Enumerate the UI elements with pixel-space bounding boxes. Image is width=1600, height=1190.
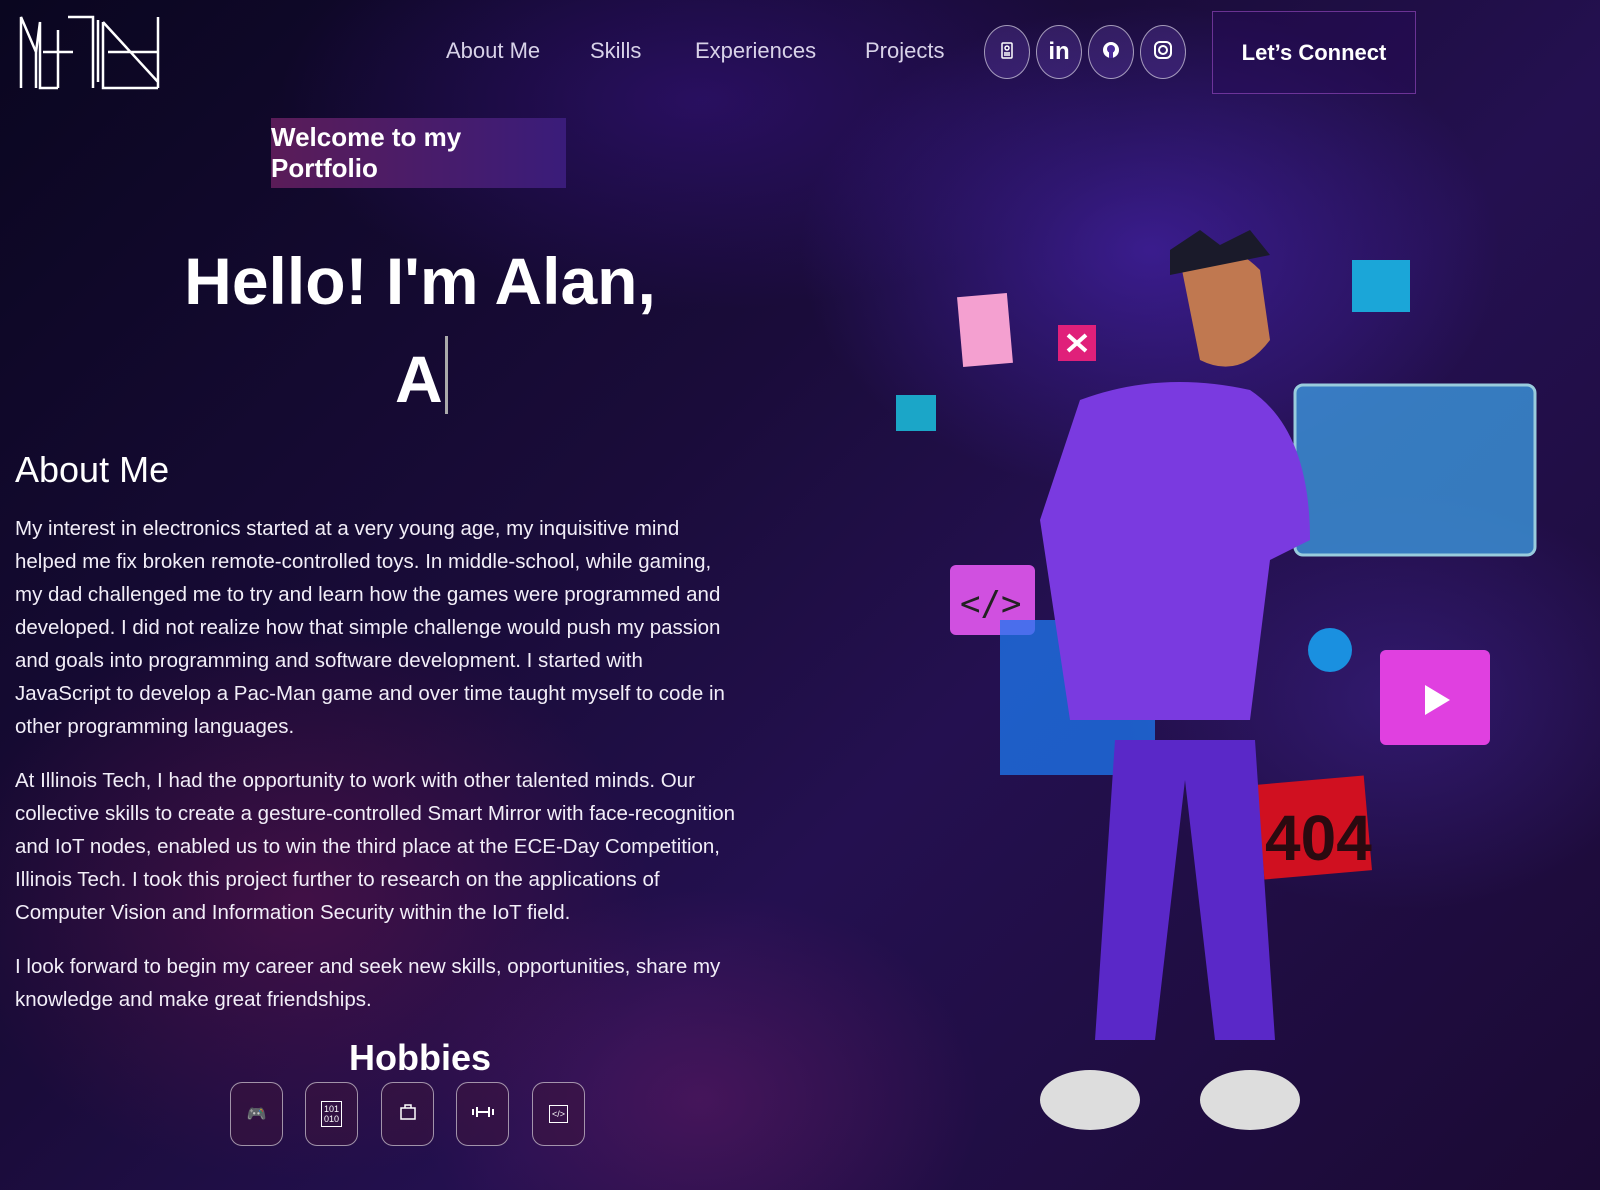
lets-connect-button[interactable]: Let’s Connect xyxy=(1212,11,1416,94)
resume-button[interactable] xyxy=(984,25,1030,79)
binary-book-icon: 101 010 xyxy=(320,1101,343,1127)
svg-text:</>: </> xyxy=(960,584,1021,624)
hobbies-heading: Hobbies xyxy=(348,1037,491,1078)
about-heading: About Me xyxy=(15,449,170,490)
hobby-gaming[interactable]: 🎮 xyxy=(230,1082,283,1146)
welcome-badge: Welcome to my Portfolio xyxy=(271,118,566,188)
github-icon xyxy=(1101,40,1121,65)
hobby-coding[interactable]: </> xyxy=(532,1082,585,1146)
about-paragraph-3: I look forward to begin my career and se… xyxy=(15,955,721,1011)
error-404-label: 404 xyxy=(1265,802,1372,874)
hobby-fitness[interactable] xyxy=(456,1082,509,1146)
linkedin-icon: in xyxy=(1048,38,1070,65)
gamepad-icon: 🎮 xyxy=(246,1106,267,1123)
about-paragraph-2: At Illinois Tech, I had the opportunity … xyxy=(15,769,736,924)
text-cursor xyxy=(444,336,448,414)
developer-illustration: </> 404 xyxy=(896,230,1537,1130)
about-paragraph-1: My interest in electronics started at a … xyxy=(15,517,725,738)
hero-heading: Hello! I'm Alan, xyxy=(184,244,656,318)
instagram-button[interactable] xyxy=(1140,25,1186,79)
typed-value: A xyxy=(395,342,443,416)
nav-projects[interactable]: Projects xyxy=(865,38,944,64)
instagram-icon xyxy=(1153,40,1173,65)
dumbbell-icon xyxy=(471,1105,495,1123)
resume-icon xyxy=(1001,41,1013,64)
code-window-icon: </> xyxy=(548,1105,568,1123)
nav-about-me[interactable]: About Me xyxy=(446,38,540,64)
logo[interactable] xyxy=(18,12,168,92)
nav-skills[interactable]: Skills xyxy=(590,38,641,64)
nav-experiences[interactable]: Experiences xyxy=(695,38,816,64)
hobby-reading[interactable]: 101 010 xyxy=(305,1082,358,1146)
github-button[interactable] xyxy=(1088,25,1134,79)
linkedin-button[interactable]: in xyxy=(1036,25,1082,79)
suitcase-icon xyxy=(399,1103,416,1125)
hobby-travel[interactable] xyxy=(381,1082,434,1146)
typed-text: A xyxy=(395,336,448,417)
navbar: About Me Skills Experiences Projects in … xyxy=(0,0,1600,105)
